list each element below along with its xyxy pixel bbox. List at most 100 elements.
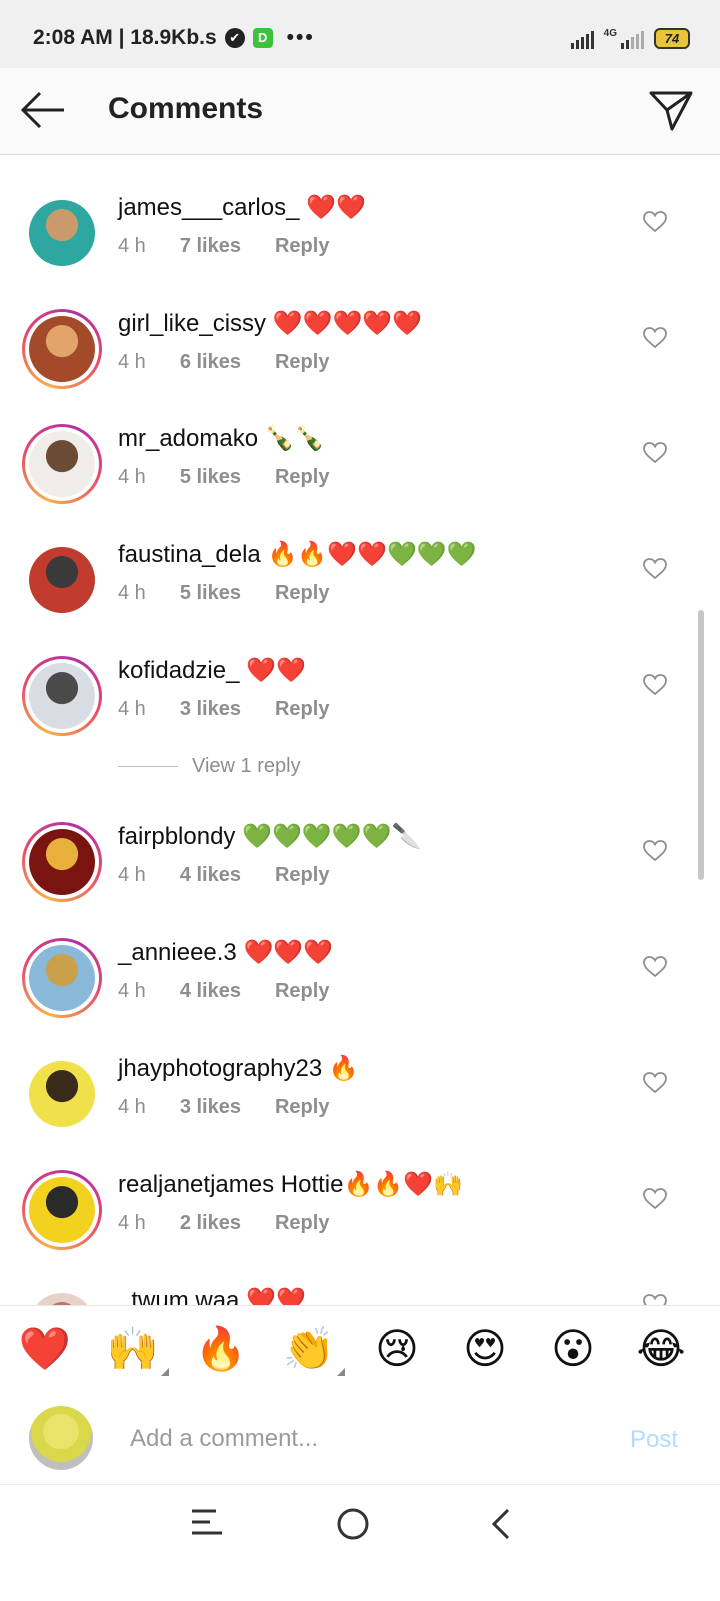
reply-button[interactable]: Reply: [275, 235, 329, 257]
status-time-speed: 2:08 AM | 18.9Kb.s: [33, 26, 217, 49]
avatar[interactable]: [22, 193, 102, 273]
avatar[interactable]: [22, 1170, 102, 1250]
comment-time: 4 h: [118, 351, 146, 373]
comment-username[interactable]: fairpblondy: [118, 823, 235, 850]
comment-likes[interactable]: 3 likes: [180, 698, 241, 720]
avatar-image: [29, 663, 95, 729]
avatar-inner: [25, 1173, 99, 1247]
skin-tone-options-icon: [161, 1368, 169, 1376]
scrollbar[interactable]: [698, 610, 704, 880]
comment-likes[interactable]: 6 likes: [180, 351, 241, 373]
comment-row: fairpblondy 💚💚💚💚💚🔪 4 h 4 likes Reply: [0, 822, 720, 932]
comment-username[interactable]: jhayphotography23: [118, 1055, 322, 1082]
reply-button[interactable]: Reply: [275, 351, 329, 373]
comment-likes[interactable]: 4 likes: [180, 864, 241, 886]
like-heart-icon[interactable]: [643, 327, 667, 349]
comment-text: _twum.waa ❤️❤️: [118, 1286, 306, 1305]
like-heart-icon[interactable]: [643, 558, 667, 580]
comment-meta: 4 h 5 likes Reply: [118, 466, 363, 489]
avatar[interactable]: [22, 656, 102, 736]
fire-emoji-button[interactable]: 🔥: [193, 1324, 249, 1374]
comment-username[interactable]: faustina_dela: [118, 541, 261, 568]
view-replies-button[interactable]: View 1 reply: [118, 755, 301, 778]
comment-username[interactable]: james___carlos_: [118, 194, 299, 221]
fire-icon: 🔥: [194, 1325, 248, 1372]
avatar[interactable]: [22, 938, 102, 1018]
raising-hands-emoji-button[interactable]: 🙌: [105, 1324, 169, 1376]
comment-username[interactable]: mr_adomako: [118, 425, 258, 452]
clapping-hands-icon: 👏: [282, 1325, 336, 1372]
avatar[interactable]: [22, 1054, 102, 1134]
comment-input[interactable]: [128, 1418, 592, 1460]
tears-of-joy-emoji-button[interactable]: 😂: [633, 1324, 689, 1374]
back-icon[interactable]: [490, 1507, 512, 1541]
comment-time: 4 h: [118, 864, 146, 886]
home-icon[interactable]: [336, 1507, 370, 1541]
comment-username[interactable]: _twum.waa: [118, 1287, 239, 1305]
comment-likes[interactable]: 7 likes: [180, 235, 241, 257]
reply-button[interactable]: Reply: [275, 864, 329, 886]
avatar[interactable]: [22, 540, 102, 620]
clapping-hands-emoji-button[interactable]: 👏: [281, 1324, 345, 1376]
comment-meta: 4 h 7 likes Reply: [118, 235, 363, 258]
reply-button[interactable]: Reply: [275, 466, 329, 488]
comment-list[interactable]: james___carlos_ ❤️❤️ 4 h7 likes Reply girl_…: [0, 155, 720, 1305]
like-heart-icon[interactable]: [643, 442, 667, 464]
comment-meta: 4 h 2 likes Reply: [118, 1212, 363, 1235]
avatar-image: [29, 1293, 95, 1305]
signal-icon: [570, 31, 594, 49]
reply-button[interactable]: Reply: [275, 698, 329, 720]
comment-likes[interactable]: 2 likes: [180, 1212, 241, 1234]
comment-username[interactable]: _annieee.3: [118, 939, 237, 966]
heart-eyes-icon: 😍: [463, 1325, 507, 1372]
comment-username[interactable]: girl_like_cissy: [118, 310, 266, 337]
comment-likes[interactable]: 5 likes: [180, 466, 241, 488]
avatar[interactable]: [22, 424, 102, 504]
comment-body: Hottie🔥🔥❤️🙌: [274, 1171, 463, 1198]
avatar[interactable]: [22, 1286, 102, 1305]
comment-meta: 4 h 5 likes Reply: [118, 582, 363, 605]
avatar-inner: [25, 659, 99, 733]
comment-likes[interactable]: 3 likes: [180, 1096, 241, 1118]
comment-row: faustina_dela 🔥🔥❤️❤️💚💚💚 4 h 5 likes Reply: [0, 540, 720, 650]
comment-meta: 4 h 4 likes Reply: [118, 980, 363, 1003]
status-left: 2:08 AM | 18.9Kb.s ✔ D •••: [33, 26, 315, 50]
comment-likes[interactable]: 4 likes: [180, 980, 241, 1002]
comment-body: 💚💚💚💚💚🔪: [235, 823, 422, 850]
arrow-left-icon[interactable]: [20, 90, 66, 130]
heart-eyes-emoji-button[interactable]: 😍: [457, 1324, 513, 1374]
comment-username[interactable]: kofidadzie_: [118, 657, 239, 684]
reply-button[interactable]: Reply: [275, 980, 329, 1002]
avatar-image: [29, 1177, 95, 1243]
red-heart-emoji-button[interactable]: ❤️: [17, 1324, 73, 1374]
crying-face-emoji-button[interactable]: 😢: [369, 1324, 425, 1374]
comment-username[interactable]: realjanetjames: [118, 1171, 274, 1198]
comment-time: 4 h: [118, 235, 146, 257]
like-heart-icon[interactable]: [643, 956, 667, 978]
reply-button[interactable]: Reply: [275, 1096, 329, 1118]
like-heart-icon[interactable]: [643, 674, 667, 696]
avatar[interactable]: [22, 822, 102, 902]
comment-meta: 4 h 3 likes Reply: [118, 698, 363, 721]
like-heart-icon[interactable]: [643, 211, 667, 233]
post-button[interactable]: Post: [630, 1426, 678, 1454]
like-heart-icon[interactable]: [643, 1294, 667, 1305]
direct-send-icon[interactable]: [648, 88, 694, 132]
reply-button[interactable]: Reply: [275, 582, 329, 604]
comment-body: 🔥: [322, 1055, 359, 1082]
avatar-inner: [25, 941, 99, 1015]
recent-apps-icon[interactable]: [190, 1507, 224, 1537]
avatar-inner: [25, 825, 99, 899]
avatar-image: [29, 431, 95, 497]
comment-row: kofidadzie_ ❤️❤️ 4 h 3 likes Reply: [0, 656, 720, 766]
comment-row: james___carlos_ ❤️❤️ 4 h 7 likes Reply: [0, 193, 720, 303]
reply-button[interactable]: Reply: [275, 1212, 329, 1234]
surprised-face-emoji-button[interactable]: 😮: [545, 1324, 601, 1374]
like-heart-icon[interactable]: [643, 1072, 667, 1094]
like-heart-icon[interactable]: [643, 1188, 667, 1210]
avatar[interactable]: [22, 309, 102, 389]
avatar-inner: [25, 196, 99, 270]
like-heart-icon[interactable]: [643, 840, 667, 862]
comment-likes[interactable]: 5 likes: [180, 582, 241, 604]
comment-meta: 4 h 3 likes Reply: [118, 1096, 363, 1119]
